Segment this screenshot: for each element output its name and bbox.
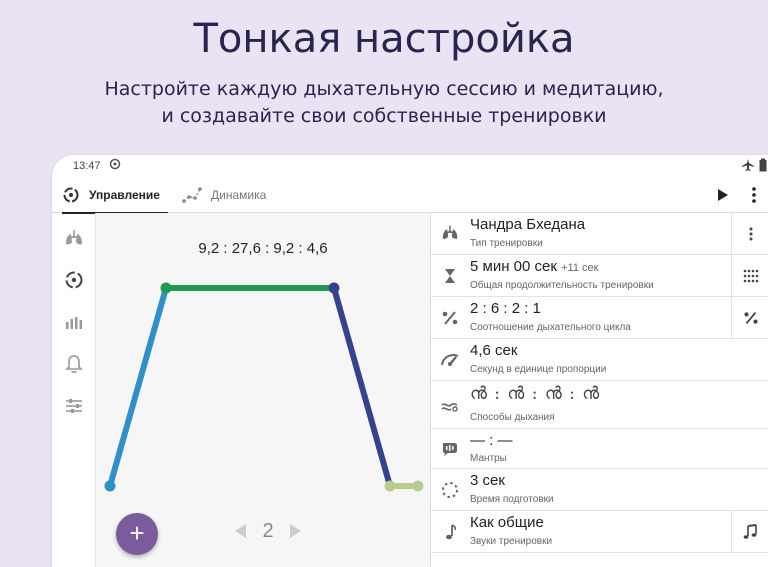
setting-row-total-duration[interactable]: 5 мин 00 сек +11 сек Общая продолжительн… [431, 255, 768, 297]
rail-item-reminders[interactable] [63, 353, 85, 380]
status-time: 13:47 [73, 160, 101, 172]
bell-icon [65, 355, 83, 373]
play-button[interactable] [712, 185, 732, 210]
spinner-icon [442, 482, 458, 498]
status-bar: 13:47 [52, 155, 768, 177]
rail-item-training-type[interactable] [63, 227, 85, 254]
cycle-ratio-value: 2 : 6 : 2 : 1 [470, 300, 541, 317]
setting-row-training-type[interactable]: Чандра Бхедана Тип тренировки [431, 213, 768, 255]
training-sounds-value: Как общие [470, 514, 544, 531]
cycle-ratio-label: Соотношение дыхательного цикла [470, 322, 631, 333]
promo-subtitle-line-2: и создавайте свои собственные тренировки [161, 105, 607, 127]
rail-item-settings[interactable] [63, 395, 85, 422]
tablet-screen: 13:47 Управление Динамика 9,2: 27,6: 9… [52, 155, 768, 567]
setting-row-mantras[interactable]: — : — Мантры [431, 429, 768, 469]
tab-control[interactable]: Управление [62, 177, 168, 214]
percent-icon [442, 311, 458, 325]
phase-segment-inhale[interactable] [107, 285, 169, 489]
training-type-menu-button[interactable] [731, 213, 768, 254]
mantras-label: Мантры [470, 453, 507, 464]
more-vert-icon [749, 227, 752, 240]
setting-row-training-sounds[interactable]: Как общие Звуки тренировки [431, 511, 768, 553]
setting-row-seconds-per-unit[interactable]: 4,6 сек Секунд в единице пропорции [431, 339, 768, 381]
navigation-rail [52, 213, 96, 567]
setting-row-cycle-ratio[interactable]: 2 : 6 : 2 : 1 Соотношение дыхательного ц… [431, 297, 768, 339]
airplane-mode-icon [741, 159, 754, 171]
breath-cycle-graph-panel: 9,2 : 27,6 : 9,2 : 4,6 2 + [96, 213, 430, 567]
training-sounds-button[interactable] [731, 511, 768, 552]
promo-subtitle-line-1: Настройте каждую дыхательную сессию и ме… [104, 78, 664, 100]
lungs-icon [442, 225, 458, 239]
page-number: 2 [262, 519, 274, 542]
top-app-bar: Управление Динамика [52, 177, 768, 214]
dynamics-chart-icon [182, 187, 202, 203]
bar-chart-icon [66, 317, 82, 329]
tab-control-label: Управление [89, 188, 160, 202]
sliders-icon [66, 399, 82, 413]
preparation-time-label: Время подготовки [470, 494, 554, 505]
next-arrow-icon[interactable] [289, 523, 303, 539]
previous-arrow-icon[interactable] [233, 523, 247, 539]
mantras-value: — : — [470, 432, 513, 449]
rail-item-breath-cycle[interactable] [63, 269, 85, 296]
battery-icon [759, 158, 767, 172]
seconds-per-unit-label: Секунд в единице пропорции [470, 364, 607, 375]
phase-handle[interactable] [160, 282, 172, 294]
cycle-ratio-button[interactable] [731, 297, 768, 338]
music-note-icon [446, 524, 457, 540]
phase-handle[interactable] [104, 480, 116, 492]
settings-list: Чандра Бхедана Тип тренировки 5 мин 00 с… [430, 213, 768, 567]
promo-title: Тонкая настройка [193, 16, 575, 62]
training-type-label: Тип тренировки [470, 238, 543, 249]
breathing-methods-value: ൻ : ൻ : ൻ : ൻ [470, 384, 601, 404]
more-options-button[interactable] [744, 185, 764, 210]
cycle-pager: 2 [233, 519, 303, 543]
breath-phase-graph[interactable] [96, 213, 430, 567]
total-duration-extra: +11 сек [561, 262, 599, 274]
add-fab-button[interactable]: + [116, 513, 158, 555]
breathing-methods-label: Способы дыхания [470, 412, 555, 423]
setting-row-breathing-methods[interactable]: ൻ : ൻ : ൻ : ൻ Способы дыхания [431, 381, 768, 429]
hourglass-icon [445, 269, 455, 283]
training-sounds-label: Звуки тренировки [470, 536, 553, 547]
phase-handle[interactable] [384, 480, 396, 492]
phase-segment-exhale[interactable] [331, 285, 393, 489]
breath-cycle-icon [65, 271, 83, 289]
play-icon [718, 189, 728, 201]
more-vert-icon [752, 187, 756, 203]
tab-dynamics-label: Динамика [211, 188, 267, 202]
tab-dynamics[interactable]: Динамика [182, 177, 266, 213]
setting-row-preparation-time[interactable]: 3 сек Время подготовки [431, 469, 768, 511]
app-notification-icon [109, 158, 121, 173]
training-type-value: Чандра Бхедана [470, 216, 586, 233]
total-duration-picker-button[interactable] [731, 255, 768, 296]
total-duration-label: Общая продолжительность тренировки [470, 280, 654, 291]
speedometer-icon [441, 354, 459, 366]
phase-handle[interactable] [412, 480, 424, 492]
breath-cycle-icon [63, 187, 79, 203]
music-notes-icon [743, 523, 757, 539]
breathing-methods-icon [441, 403, 458, 412]
seconds-per-unit-value: 4,6 сек [470, 342, 518, 359]
lungs-icon [66, 230, 82, 245]
percent-icon [743, 311, 758, 324]
mantra-icon [443, 443, 457, 456]
preparation-time-value: 3 сек [470, 472, 505, 489]
dots-grid-icon [743, 269, 758, 282]
phase-handle[interactable] [328, 282, 340, 294]
total-duration-value: 5 мин 00 сек [470, 258, 557, 275]
rail-item-statistics[interactable] [63, 311, 85, 338]
